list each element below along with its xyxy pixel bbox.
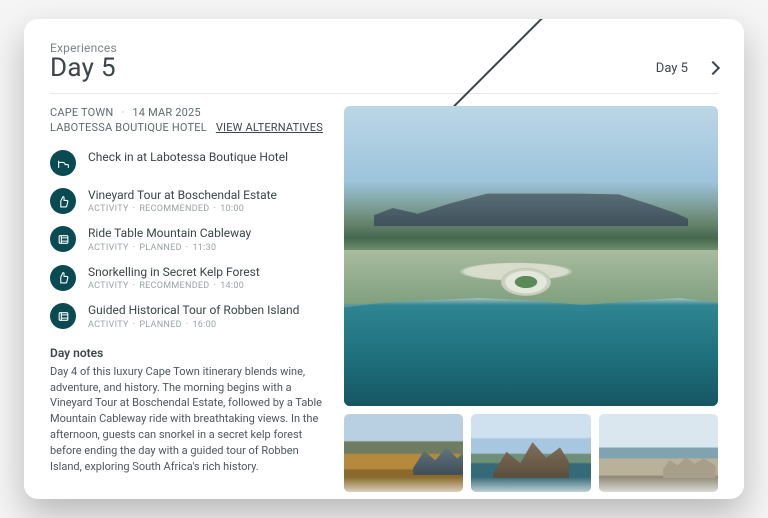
bed-icon: [50, 150, 76, 176]
itinerary-card: Experiences Day 5 Day 5 CAPE TOWN · 14 M…: [24, 19, 744, 499]
day-nav: Day 5: [360, 61, 718, 76]
activity-subtitle: ACTIVITY·RECOMMENDED·10:00: [88, 204, 326, 214]
page-title: Day 5: [50, 53, 116, 83]
activity-title: Ride Table Mountain Cableway: [88, 226, 326, 240]
view-alternatives-link[interactable]: VIEW ALTERNATIVES: [216, 121, 323, 134]
body: CAPE TOWN · 14 MAR 2025 LABOTESSA BOUTIQ…: [50, 106, 718, 492]
ticket-icon: [50, 303, 76, 329]
activity-subtitle: ACTIVITY·RECOMMENDED·14:00: [88, 281, 326, 291]
date: 14 MAR 2025: [132, 106, 200, 119]
hotel-name: LABOTESSA BOUTIQUE HOTEL: [50, 121, 207, 134]
activity-subtitle: ACTIVITY·PLANNED·16:00: [88, 320, 326, 330]
thumbnail[interactable]: [599, 414, 718, 492]
activity-item[interactable]: Ride Table Mountain Cableway ACTIVITY·PLA…: [50, 226, 326, 252]
day-notes-body: Day 4 of this luxury Cape Town itinerary…: [50, 364, 326, 476]
activity-title: Vineyard Tour at Boschendal Estate: [88, 188, 326, 202]
activity-item[interactable]: Guided Historical Tour of Robben Island A…: [50, 303, 326, 329]
thumb-icon: [50, 188, 76, 214]
activity-item[interactable]: Check in at Labotessa Boutique Hotel: [50, 150, 326, 176]
activity-list: Check in at Labotessa Boutique Hotel Vine…: [50, 150, 326, 330]
next-day-button[interactable]: [706, 61, 720, 75]
thumb-icon: [50, 265, 76, 291]
activity-subtitle: ACTIVITY·PLANNED·11:30: [88, 243, 326, 253]
location: CAPE TOWN: [50, 106, 113, 119]
activity-title: Snorkelling in Secret Kelp Forest: [88, 265, 326, 279]
day-notes-heading: Day notes: [50, 346, 326, 360]
activity-item[interactable]: Vineyard Tour at Boschendal Estate ACTIVI…: [50, 188, 326, 214]
thumbnail[interactable]: [471, 414, 590, 492]
meta-line: CAPE TOWN · 14 MAR 2025: [50, 106, 326, 119]
hotel-line: LABOTESSA BOUTIQUE HOTEL VIEW ALTERNATIV…: [50, 121, 326, 134]
thumbnail-row: [344, 414, 718, 492]
gallery: [344, 106, 718, 492]
thumbnail[interactable]: [344, 414, 463, 492]
activity-item[interactable]: Snorkelling in Secret Kelp Forest ACTIVIT…: [50, 265, 326, 291]
included-heading: Included: [50, 491, 326, 492]
left-column: CAPE TOWN · 14 MAR 2025 LABOTESSA BOUTIQ…: [50, 106, 326, 492]
ticket-icon: [50, 226, 76, 252]
hero-image[interactable]: [344, 106, 718, 406]
activity-title: Guided Historical Tour of Robben Island: [88, 303, 326, 317]
header-row: Day 5 Day 5: [50, 53, 718, 94]
activity-title: Check in at Labotessa Boutique Hotel: [88, 150, 326, 164]
current-day-label: Day 5: [656, 61, 688, 76]
